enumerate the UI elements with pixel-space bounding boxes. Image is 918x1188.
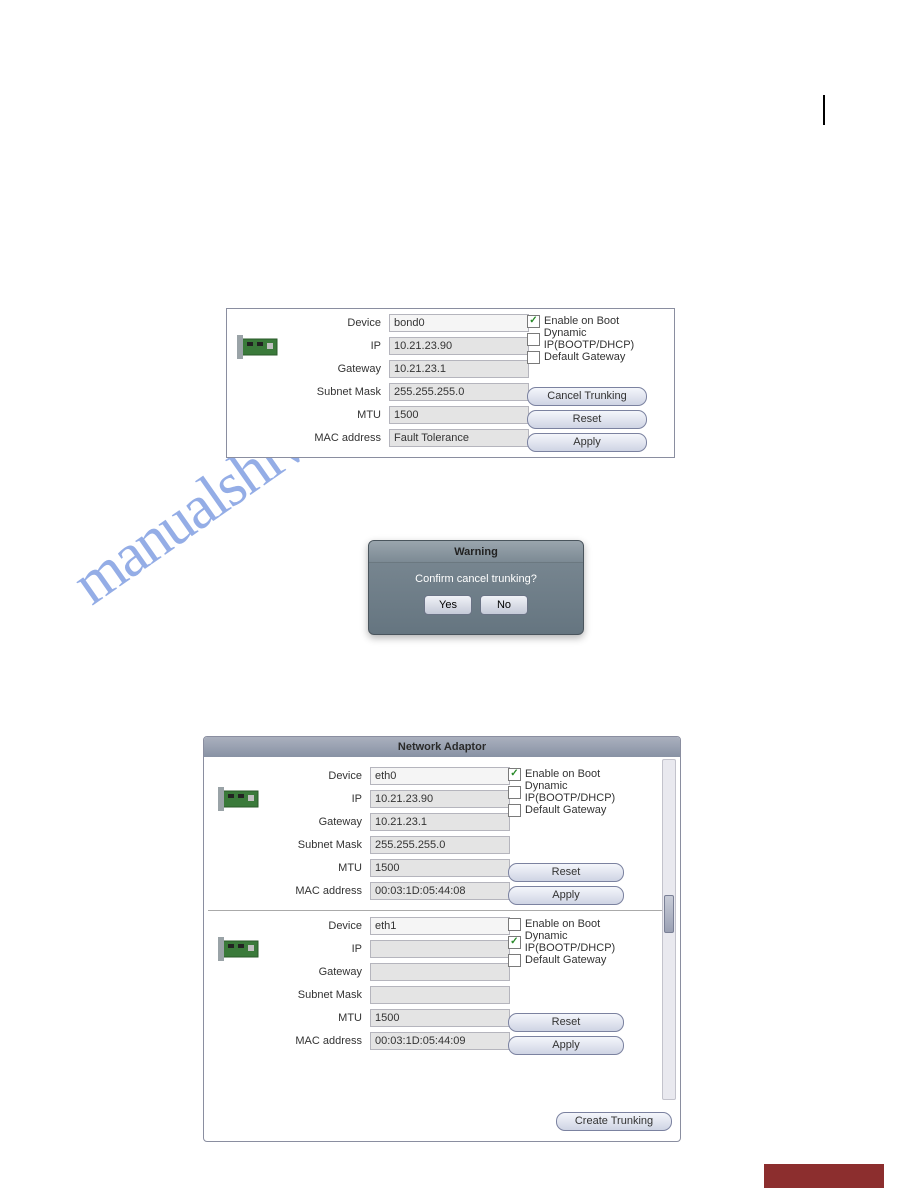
nic-card-icon	[218, 783, 266, 813]
bond-options: Enable on Boot Dynamic IP(BOOTP/DHCP) De…	[527, 312, 677, 366]
adapter-block-eth1: Device IP Gateway Subnet Mask MTU MAC ad…	[208, 911, 676, 1061]
dynamic-ip-checkbox[interactable]	[508, 936, 521, 949]
mtu-input[interactable]	[370, 859, 510, 877]
subnet-input[interactable]	[370, 986, 510, 1004]
nic-card-icon	[218, 933, 266, 963]
enable-on-boot-checkbox[interactable]	[508, 768, 521, 781]
mac-label: MAC address	[270, 885, 370, 897]
mac-input[interactable]	[370, 882, 510, 900]
dialog-message: Confirm cancel trunking?	[369, 573, 583, 585]
mtu-label: MTU	[270, 862, 370, 874]
enable-on-boot-checkbox[interactable]	[527, 315, 540, 328]
adapter-block-eth0: Device IP Gateway Subnet Mask MTU MAC ad…	[208, 761, 676, 911]
ip-label: IP	[270, 793, 370, 805]
default-gateway-checkbox[interactable]	[527, 351, 540, 364]
reset-button[interactable]: Reset	[508, 863, 624, 882]
dynamic-ip-label: Dynamic IP(BOOTP/DHCP)	[525, 780, 658, 804]
bond-fields: Device IP Gateway Subnet Mask MTU MAC ad…	[289, 312, 567, 450]
ip-input[interactable]	[389, 337, 529, 355]
mac-label: MAC address	[270, 1035, 370, 1047]
page-mark	[823, 95, 825, 125]
gateway-label: Gateway	[270, 966, 370, 978]
apply-button[interactable]: Apply	[527, 433, 647, 452]
nic-card-icon	[237, 331, 285, 361]
adapters-body: Device IP Gateway Subnet Mask MTU MAC ad…	[204, 757, 680, 1102]
dynamic-ip-checkbox[interactable]	[508, 786, 521, 799]
panel-title: Network Adaptor	[204, 737, 680, 757]
mac-input[interactable]	[370, 1032, 510, 1050]
gateway-label: Gateway	[270, 816, 370, 828]
dynamic-ip-label: Dynamic IP(BOOTP/DHCP)	[544, 327, 677, 351]
ip-input[interactable]	[370, 940, 510, 958]
scrollbar[interactable]	[662, 759, 676, 1100]
warning-dialog: Warning Confirm cancel trunking? Yes No	[368, 540, 584, 635]
dialog-no-button[interactable]: No	[480, 595, 528, 615]
gateway-input[interactable]	[370, 963, 510, 981]
subnet-label: Subnet Mask	[270, 839, 370, 851]
ip-label: IP	[289, 340, 389, 352]
gateway-input[interactable]	[370, 813, 510, 831]
create-trunking-button[interactable]: Create Trunking	[556, 1112, 672, 1131]
mtu-input[interactable]	[370, 1009, 510, 1027]
subnet-input[interactable]	[389, 383, 529, 401]
gateway-label: Gateway	[289, 363, 389, 375]
default-gateway-label: Default Gateway	[544, 351, 625, 363]
device-input[interactable]	[370, 917, 510, 935]
mac-label: MAC address	[289, 432, 389, 444]
device-label: Device	[270, 770, 370, 782]
enable-on-boot-label: Enable on Boot	[525, 918, 600, 930]
subnet-input[interactable]	[370, 836, 510, 854]
device-input[interactable]	[370, 767, 510, 785]
mtu-label: MTU	[270, 1012, 370, 1024]
apply-button[interactable]: Apply	[508, 886, 624, 905]
default-gateway-label: Default Gateway	[525, 804, 606, 816]
bond-config-panel: Device IP Gateway Subnet Mask MTU MAC ad…	[226, 308, 675, 458]
network-adaptor-panel: Network Adaptor Device IP Gateway Subnet…	[203, 736, 681, 1142]
dynamic-ip-label: Dynamic IP(BOOTP/DHCP)	[525, 930, 658, 954]
ip-label: IP	[270, 943, 370, 955]
ip-input[interactable]	[370, 790, 510, 808]
bond-buttons: Cancel Trunking Reset Apply	[527, 387, 647, 456]
enable-on-boot-label: Enable on Boot	[525, 768, 600, 780]
default-gateway-checkbox[interactable]	[508, 804, 521, 817]
subnet-label: Subnet Mask	[289, 386, 389, 398]
enable-on-boot-checkbox[interactable]	[508, 918, 521, 931]
subnet-label: Subnet Mask	[270, 989, 370, 1001]
footer-red-block	[764, 1164, 884, 1188]
cancel-trunking-button[interactable]: Cancel Trunking	[527, 387, 647, 406]
reset-button[interactable]: Reset	[508, 1013, 624, 1032]
reset-button[interactable]: Reset	[527, 410, 647, 429]
scroll-thumb[interactable]	[664, 895, 674, 933]
default-gateway-checkbox[interactable]	[508, 954, 521, 967]
device-label: Device	[289, 317, 389, 329]
default-gateway-label: Default Gateway	[525, 954, 606, 966]
dynamic-ip-checkbox[interactable]	[527, 333, 540, 346]
dialog-yes-button[interactable]: Yes	[424, 595, 472, 615]
mtu-input[interactable]	[389, 406, 529, 424]
device-input[interactable]	[389, 314, 529, 332]
mac-input[interactable]	[389, 429, 529, 447]
apply-button[interactable]: Apply	[508, 1036, 624, 1055]
dialog-title: Warning	[369, 541, 583, 563]
gateway-input[interactable]	[389, 360, 529, 378]
device-label: Device	[270, 920, 370, 932]
mtu-label: MTU	[289, 409, 389, 421]
enable-on-boot-label: Enable on Boot	[544, 315, 619, 327]
